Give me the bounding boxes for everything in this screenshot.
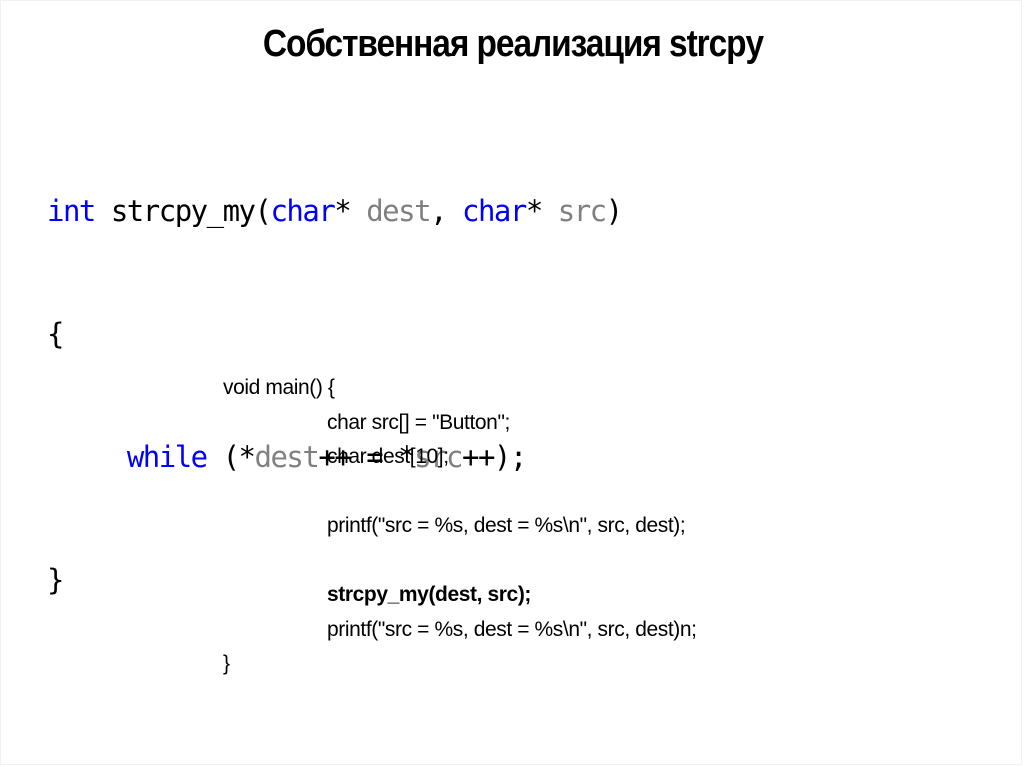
main-line-dest-decl: char dest[10];	[327, 445, 449, 468]
main-line-src-decl: char src[] = "Button";	[327, 410, 510, 434]
keyword-char: char	[461, 194, 527, 228]
main-line-strcpy-call: strcpy_my(dest, src);	[327, 583, 532, 606]
main-line-blank	[223, 475, 697, 510]
function-name: strcpy_my(	[94, 194, 272, 228]
comma: ,	[430, 194, 462, 228]
main-function-code: void main() { char src[] = "Button"; cha…	[223, 371, 697, 682]
main-line-printf-before: printf("src = %s, dest = %s\n", src, des…	[327, 514, 686, 537]
slide-title: Собственная реализация strcpy	[262, 23, 764, 65]
main-line-close-brace: }	[223, 652, 230, 675]
keyword-int: int	[47, 194, 96, 228]
code-line-signature: int strcpy_my(char* dest, char* src)	[47, 191, 623, 232]
slide: Собственная реализация strcpy int strcpy…	[0, 0, 1022, 765]
code-line-open-brace: {	[47, 317, 64, 351]
main-line-header: void main() {	[223, 376, 335, 399]
main-line-printf-after: printf("src = %s, dest = %s\n", src, des…	[327, 617, 697, 641]
keyword-char: char	[270, 194, 335, 228]
keyword-while: while	[126, 440, 208, 474]
param-dest: dest	[366, 194, 431, 228]
pointer-star: *	[334, 194, 367, 228]
param-src: src	[557, 194, 607, 228]
main-line-blank	[223, 544, 697, 579]
close-paren: )	[605, 194, 623, 228]
pointer-star: *	[525, 194, 558, 228]
